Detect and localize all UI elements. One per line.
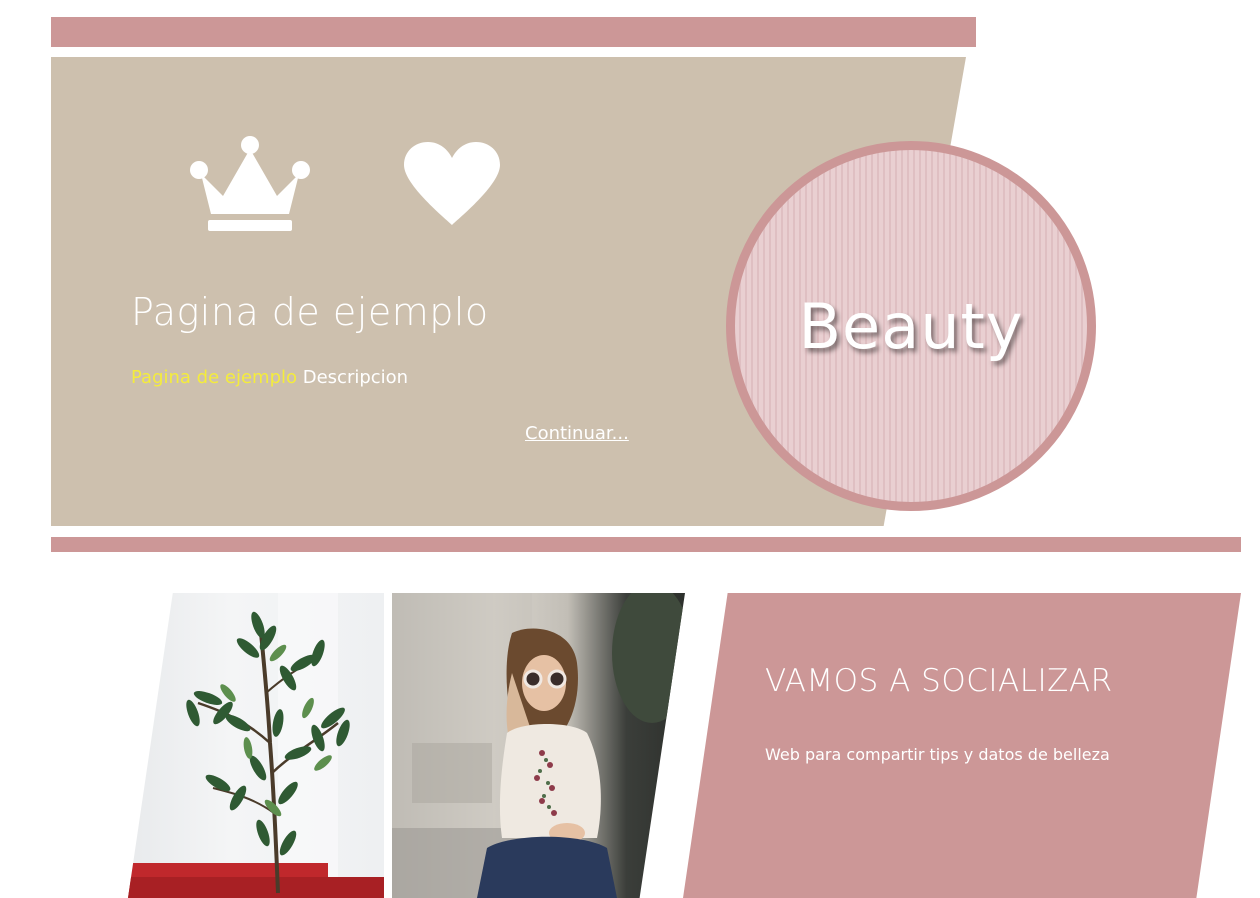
crown-icon xyxy=(190,136,310,231)
badge-text: Beauty xyxy=(798,289,1024,363)
hero-description-text: Descripcion xyxy=(297,367,409,388)
hero-description: Pagina de ejemplo Descripcion xyxy=(131,367,408,388)
divider-bar xyxy=(51,537,1241,552)
hero-description-accent: Pagina de ejemplo xyxy=(131,367,298,388)
hero-title: Pagina de ejemplo xyxy=(131,290,489,334)
social-description: Web para compartir tips y datos de belle… xyxy=(765,745,1110,764)
continue-link[interactable]: Continuar... xyxy=(525,423,629,444)
heart-icon xyxy=(404,142,500,225)
woman-photo xyxy=(392,593,685,898)
beauty-badge: Beauty xyxy=(726,141,1096,511)
social-title: VAMOS A SOCIALIZAR xyxy=(765,663,1113,699)
top-accent-bar xyxy=(51,17,976,47)
plant-photo xyxy=(128,593,384,898)
